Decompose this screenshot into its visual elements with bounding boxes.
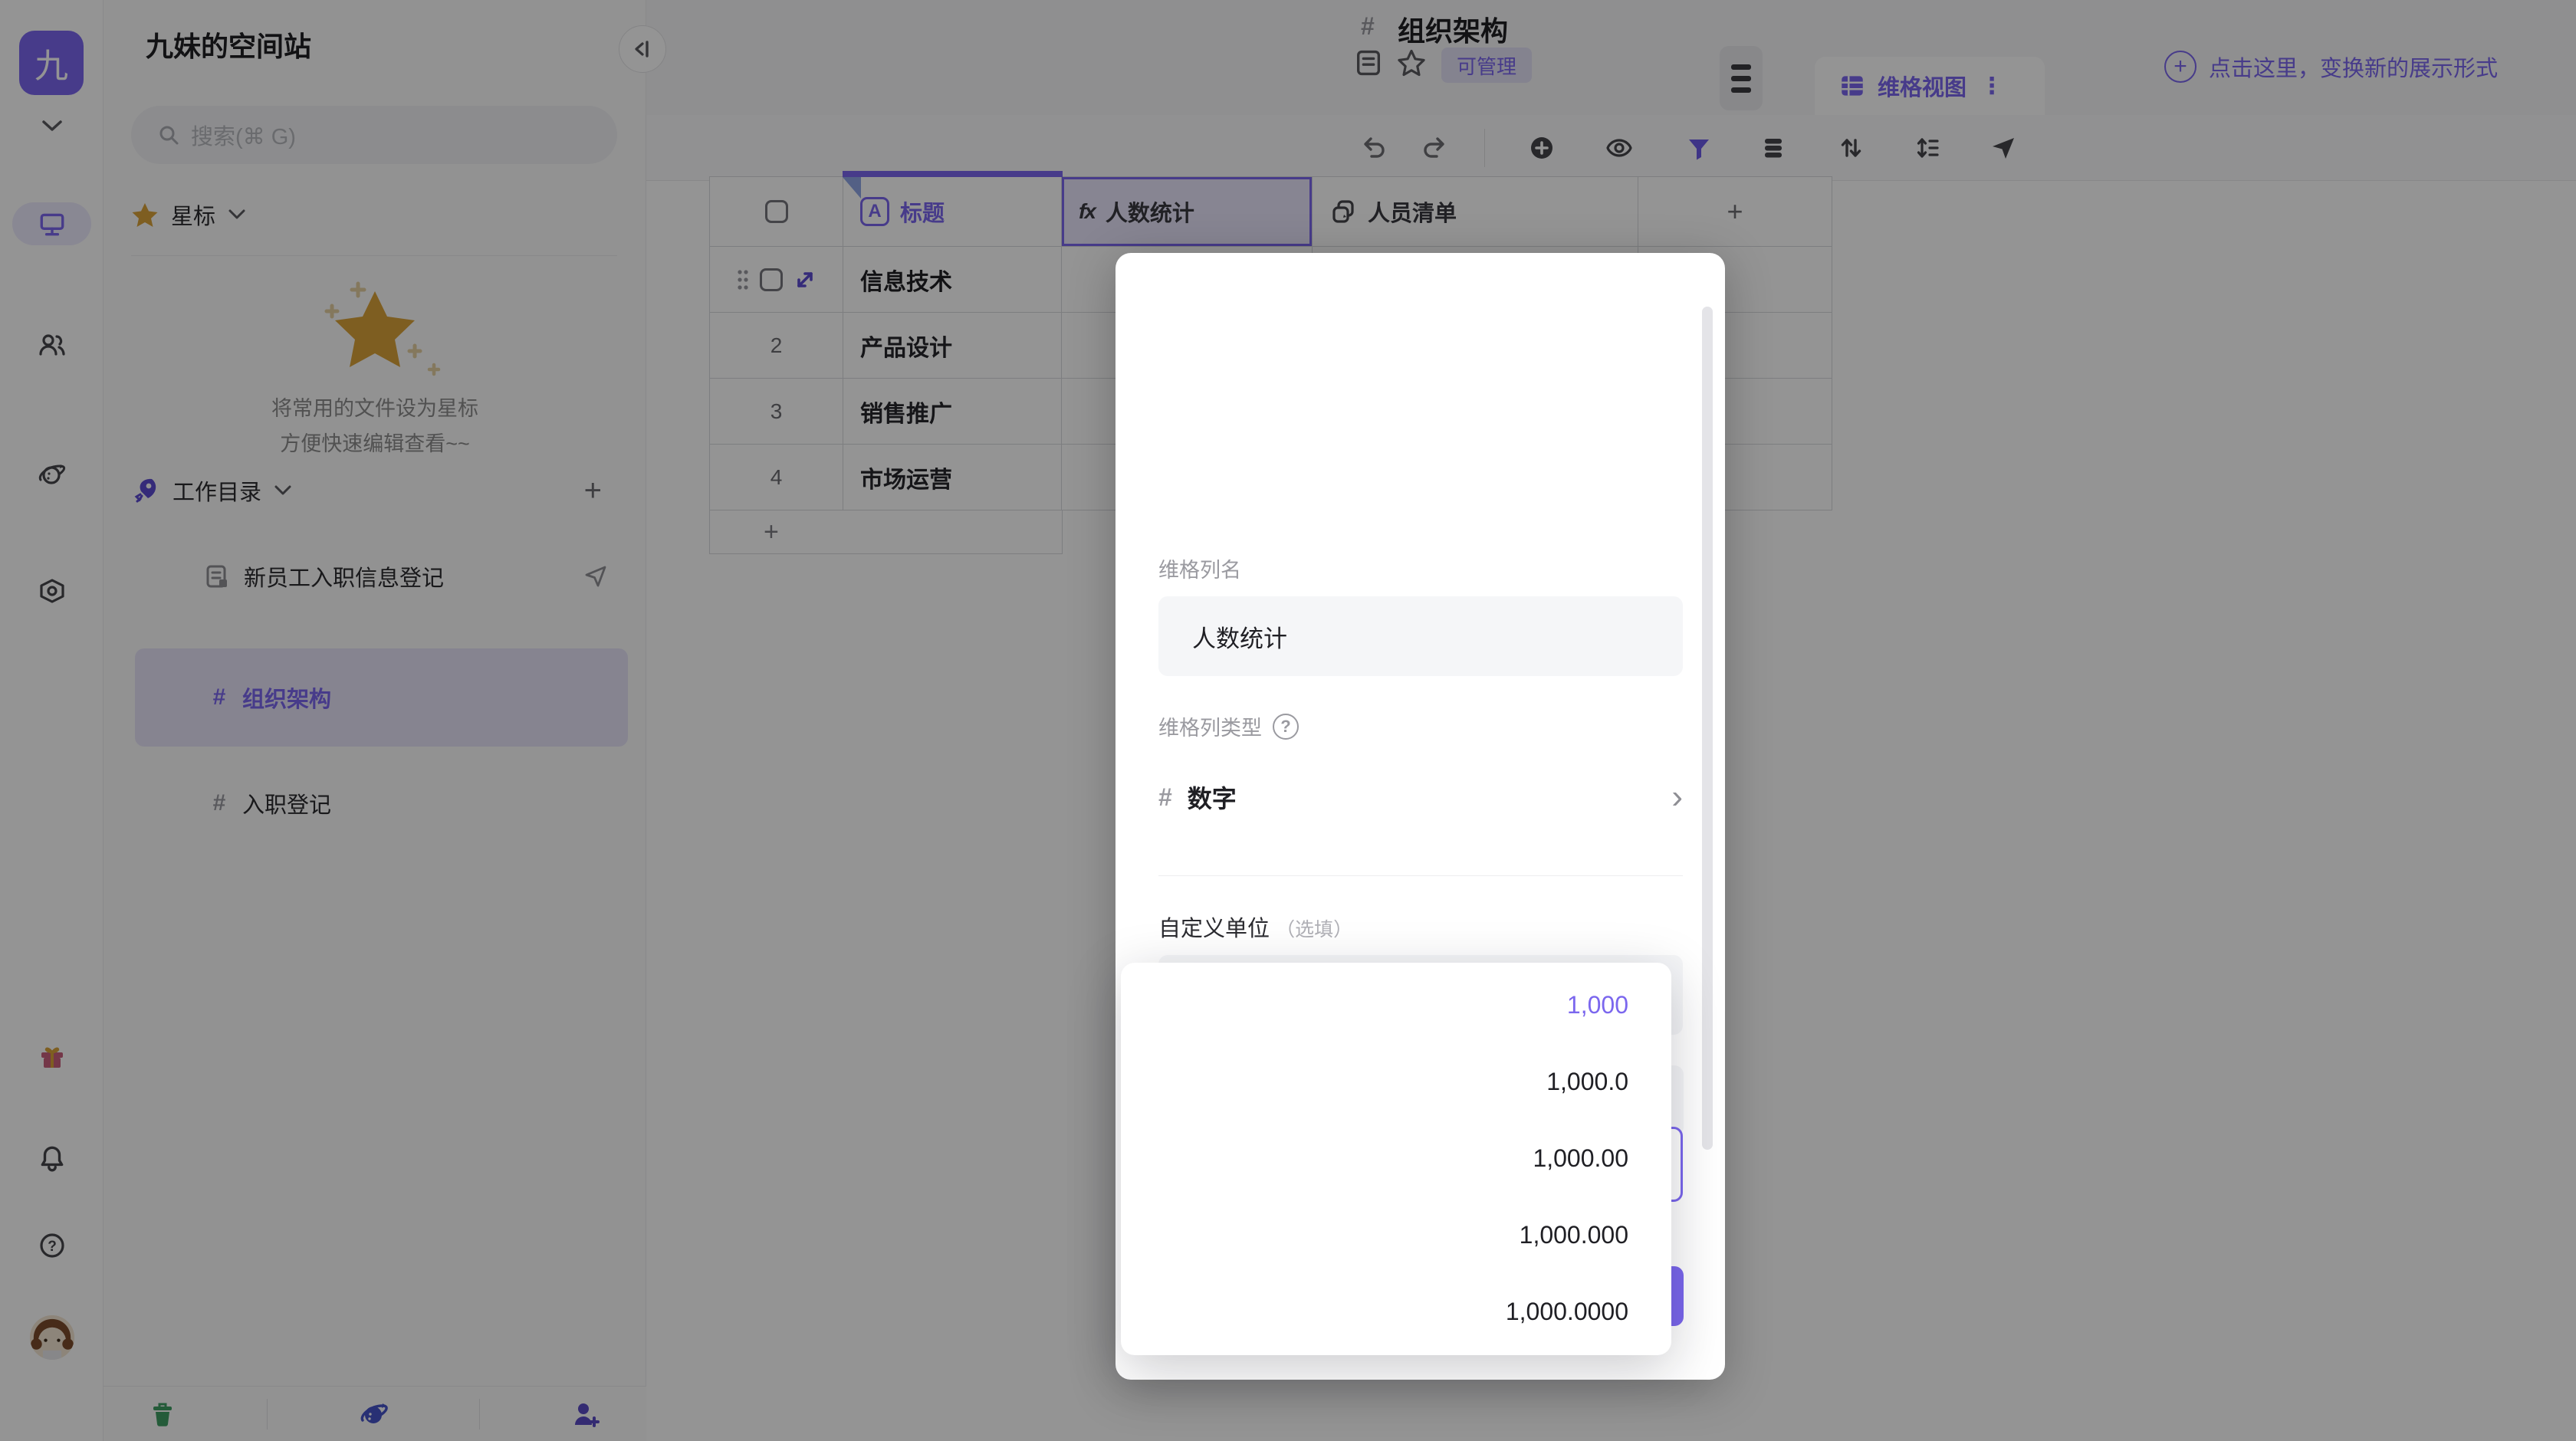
- precision-option[interactable]: 1,000.0: [1121, 1043, 1671, 1120]
- unit-optional-hint: （选填）: [1276, 919, 1353, 940]
- field-type-label: 维格列类型: [1158, 717, 1262, 740]
- precision-option[interactable]: 1,000.00: [1121, 1120, 1671, 1196]
- divider: [1158, 875, 1683, 876]
- app-window: 九 ? 九妹的空间站 搜索(⌘ G) 星标 将常用的文件设为星标 方便快速编辑查…: [0, 0, 2576, 1441]
- field-name-label: 维格列名: [1158, 559, 1241, 582]
- unit-label: 自定义单位: [1158, 917, 1270, 941]
- field-type-label-row: 维格列类型 ?: [1158, 711, 1299, 741]
- unit-label-row: 自定义单位 （选填）: [1158, 911, 1352, 943]
- number-field-icon: #: [1158, 783, 1172, 811]
- precision-option[interactable]: 1,000.0000: [1121, 1273, 1671, 1350]
- field-type-selector[interactable]: # 数字 ›: [1158, 759, 1683, 835]
- help-icon[interactable]: ?: [1273, 713, 1299, 740]
- field-name-input[interactable]: 人数统计: [1158, 596, 1683, 676]
- field-type-value: 数字: [1187, 785, 1237, 812]
- modal-scrollbar-thumb[interactable]: [1702, 307, 1713, 1150]
- precision-option[interactable]: 1,000: [1121, 967, 1671, 1043]
- precision-option[interactable]: 1,000.000: [1121, 1196, 1671, 1273]
- precision-dropdown: 1,000 1,000.0 1,000.00 1,000.000 1,000.0…: [1121, 963, 1671, 1355]
